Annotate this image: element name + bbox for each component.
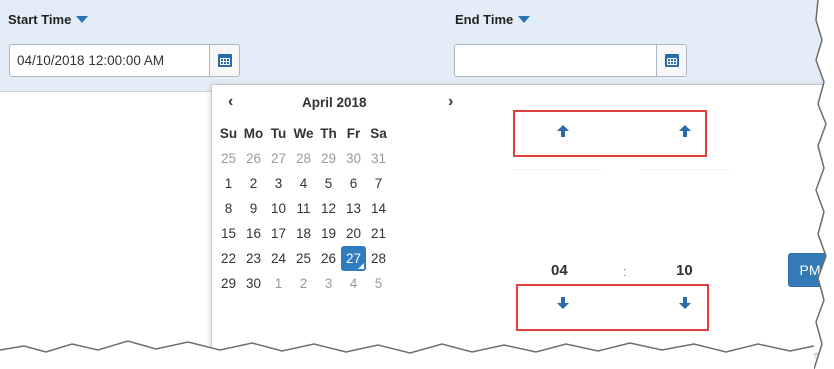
day-cell[interactable]: 8	[216, 196, 241, 221]
weekday-header: Sa	[370, 126, 387, 141]
day-cell[interactable]: 28	[366, 246, 391, 271]
weekday-header: Su	[219, 126, 238, 141]
selected-day-cell[interactable]: 27	[341, 246, 366, 271]
minute-value[interactable]: 10	[676, 262, 693, 279]
day-cell[interactable]: 16	[241, 221, 266, 246]
weekday-header: We	[293, 126, 314, 141]
day-cell[interactable]: 31	[366, 146, 391, 171]
calendar-grid: Su Mo Tu We Th Fr Sa 25 26 27 28 29 30 3…	[216, 121, 391, 296]
day-cell[interactable]: 15	[216, 221, 241, 246]
day-cell[interactable]: 17	[266, 221, 291, 246]
am-pm-toggle-button[interactable]: PM	[788, 253, 832, 287]
day-cell[interactable]: 11	[291, 196, 316, 221]
day-cell[interactable]: 25	[216, 146, 241, 171]
calendar-icon	[217, 54, 232, 67]
day-cell[interactable]: 12	[316, 196, 341, 221]
day-cell[interactable]: 3	[266, 171, 291, 196]
week-row: 25 26 27 28 29 30 31	[216, 146, 391, 171]
weekday-header: Th	[320, 126, 337, 141]
end-calendar-button[interactable]	[656, 45, 686, 76]
time-separator: :	[623, 264, 627, 279]
week-row: 15 16 17 18 19 20 21	[216, 221, 391, 246]
day-cell[interactable]: 20	[341, 221, 366, 246]
day-cell[interactable]: 23	[241, 246, 266, 271]
chevron-down-icon[interactable]	[518, 16, 531, 23]
day-cell[interactable]: 18	[291, 221, 316, 246]
start-time-input[interactable]: 04/10/2018 12:00:00 AM	[10, 53, 209, 68]
month-title[interactable]: April 2018	[302, 95, 367, 110]
day-cell[interactable]: 7	[366, 171, 391, 196]
day-cell[interactable]: 14	[366, 196, 391, 221]
week-row: 29 30 1 2 3 4 5	[216, 271, 391, 296]
weekday-header: Fr	[346, 126, 361, 141]
day-cell[interactable]: 30	[341, 146, 366, 171]
day-cell[interactable]: 29	[216, 271, 241, 296]
weekday-header: Tu	[270, 126, 287, 141]
end-time-label-text: End Time	[455, 12, 514, 27]
calendar-header: ‹ April 2018 ›	[212, 91, 470, 115]
end-time-label[interactable]: End Time	[455, 12, 531, 27]
day-cell[interactable]: 26	[241, 146, 266, 171]
day-cell[interactable]: 4	[291, 171, 316, 196]
day-cell[interactable]: 21	[366, 221, 391, 246]
start-time-field[interactable]: 04/10/2018 12:00:00 AM	[9, 44, 240, 77]
start-time-label[interactable]: Start Time	[8, 12, 89, 27]
calendar-icon	[664, 54, 679, 67]
day-cell[interactable]: 25	[291, 246, 316, 271]
hour-value[interactable]: 04	[551, 262, 568, 279]
day-cell[interactable]: 2	[291, 271, 316, 296]
day-cell[interactable]: 1	[266, 271, 291, 296]
divider	[640, 169, 730, 170]
day-cell[interactable]: 6	[341, 171, 366, 196]
divider	[512, 169, 602, 170]
week-row: 1 2 3 4 5 6 7	[216, 171, 391, 196]
chevron-down-icon[interactable]	[76, 16, 89, 23]
day-cell[interactable]: 3	[316, 271, 341, 296]
start-calendar-button[interactable]	[209, 45, 239, 76]
day-cell[interactable]: 26	[316, 246, 341, 271]
weekday-row: Su Mo Tu We Th Fr Sa	[216, 121, 391, 146]
day-cell[interactable]: 2	[241, 171, 266, 196]
day-cell[interactable]: 22	[216, 246, 241, 271]
day-cell[interactable]: 29	[316, 146, 341, 171]
day-cell[interactable]: 10	[266, 196, 291, 221]
day-cell[interactable]: 4	[341, 271, 366, 296]
day-cell[interactable]: 5	[366, 271, 391, 296]
weekday-header: Mo	[243, 126, 264, 141]
day-cell[interactable]: 28	[291, 146, 316, 171]
day-cell[interactable]: 13	[341, 196, 366, 221]
week-row: 8 9 10 11 12 13 14	[216, 196, 391, 221]
day-cell[interactable]: 19	[316, 221, 341, 246]
end-time-field[interactable]	[454, 44, 687, 77]
day-cell[interactable]: 27	[266, 146, 291, 171]
week-row: 22 23 24 25 26 27 28	[216, 246, 391, 271]
day-cell[interactable]: 9	[241, 196, 266, 221]
prev-month-button[interactable]: ‹	[228, 93, 233, 111]
increment-arrows-highlight	[513, 110, 707, 157]
day-cell[interactable]: 5	[316, 171, 341, 196]
start-time-label-text: Start Time	[8, 12, 72, 27]
next-month-button[interactable]: ›	[448, 93, 453, 111]
decrement-arrows-highlight	[516, 284, 709, 331]
day-cell[interactable]: 30	[241, 271, 266, 296]
day-cell[interactable]: 1	[216, 171, 241, 196]
day-cell[interactable]: 24	[266, 246, 291, 271]
